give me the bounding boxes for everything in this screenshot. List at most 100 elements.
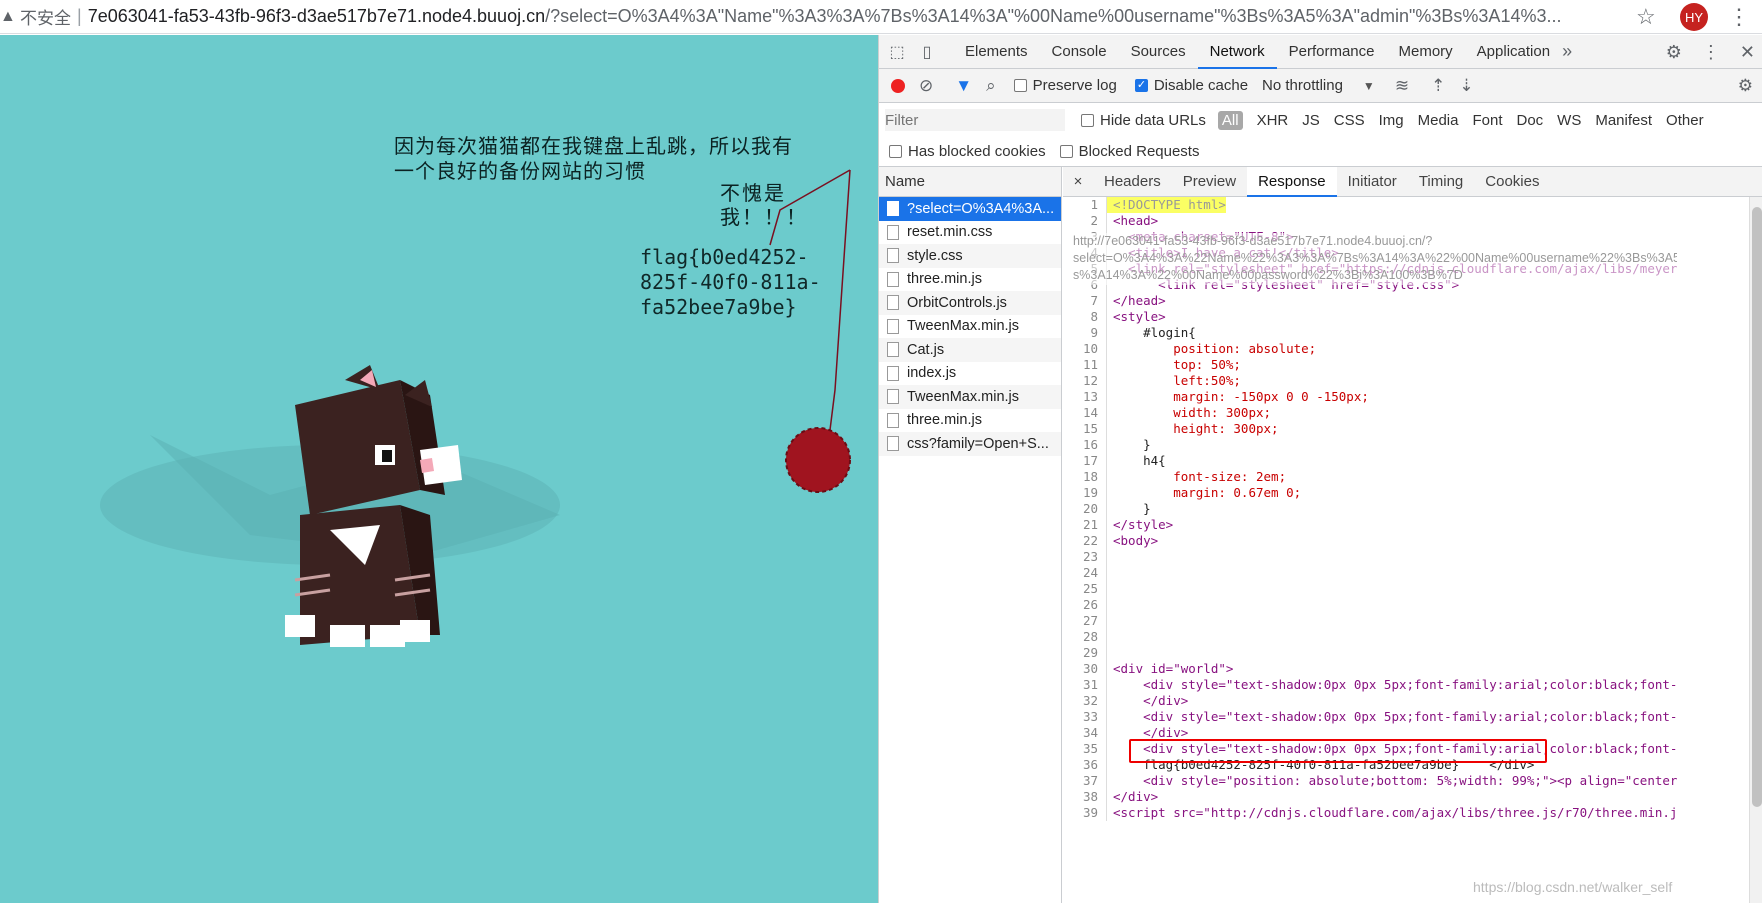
tab-sources[interactable]: Sources [1119,35,1198,69]
type-filter[interactable]: WS [1557,112,1581,129]
settings-gear-icon[interactable]: ⚙ [1666,42,1682,63]
tab-console[interactable]: Console [1040,35,1119,69]
request-name: TweenMax.min.js [907,318,1020,335]
request-row[interactable]: three.min.js [879,409,1061,433]
request-row[interactable]: Cat.js [879,338,1061,362]
line-source: </div> [1113,789,1159,804]
close-icon[interactable]: ✕ [1740,42,1755,63]
request-row[interactable]: index.js [879,362,1061,386]
tab-memory[interactable]: Memory [1387,35,1465,69]
request-row[interactable]: css?family=Open+S... [879,432,1061,456]
preserve-log-label: Preserve log [1032,77,1117,94]
web-page-viewport: 因为每次猫猫都在我键盘上乱跳，所以我有 一个良好的备份网站的习惯 不愧是 我！！… [0,35,878,903]
type-filter[interactable]: CSS [1334,112,1365,129]
chevron-down-icon[interactable]: ▼ [1363,79,1375,93]
request-name: Cat.js [907,341,945,358]
url-tooltip: http://7e063041-fa53-43fb-96f3-d3ae517b7… [1067,233,1677,285]
code-line: 9 #login{ [1063,325,1762,341]
tab-response[interactable]: Response [1247,166,1337,197]
type-filter[interactable]: JS [1302,112,1320,129]
network-settings-gear-icon[interactable]: ⚙ [1738,76,1753,96]
tooltip-line: http://7e063041-fa53-43fb-96f3-d3ae517b7… [1073,234,1433,248]
type-filter[interactable]: Img [1379,112,1404,129]
search-icon[interactable]: ⌕ [986,76,996,96]
type-filter[interactable]: Other [1666,112,1704,129]
warning-icon[interactable]: ▲ [0,8,14,26]
line-number: 36 [1063,757,1107,773]
kebab-menu-icon[interactable]: ⋮ [1702,42,1720,63]
url-text[interactable]: 7e063041-fa53-43fb-96f3-d3ae517b7e71.nod… [88,6,1598,27]
line-source: margin: 0.67em 0; [1113,485,1302,500]
document-icon [887,412,899,428]
address-bar[interactable]: ▲ 不安全 | 7e063041-fa53-43fb-96f3-d3ae517b… [0,0,1762,34]
name-column-header[interactable]: Name [879,167,1061,197]
tab-performance[interactable]: Performance [1277,35,1387,69]
request-row[interactable]: TweenMax.min.js [879,385,1061,409]
clear-icon[interactable]: ⊘ [919,76,933,96]
vertical-scrollbar[interactable] [1749,197,1762,903]
disable-cache-checkbox[interactable]: Disable cache [1134,77,1249,94]
tab-elements[interactable]: Elements [953,35,1040,69]
type-filter[interactable]: Font [1472,112,1502,129]
more-tabs-icon[interactable]: » [1562,41,1572,62]
request-row[interactable]: reset.min.css [879,221,1061,245]
page: ▲ 不安全 | 7e063041-fa53-43fb-96f3-d3ae517b… [0,0,1762,903]
type-filter[interactable]: Manifest [1595,112,1652,129]
request-row[interactable]: OrbitControls.js [879,291,1061,315]
line-number: 2 [1063,213,1107,229]
checkbox-box[interactable] [889,145,902,158]
tab-cookies[interactable]: Cookies [1474,167,1550,197]
import-har-icon[interactable]: ⇡ [1431,76,1445,96]
line-number: 10 [1063,341,1107,357]
code-line: 25 [1063,581,1762,597]
disable-cache-label: Disable cache [1153,77,1249,94]
inspect-element-icon[interactable]: ⬚ [885,42,909,62]
bookmark-star-icon[interactable]: ☆ [1636,4,1656,30]
detail-tabs: × Headers Preview Response Initiator Tim… [1063,166,1762,197]
tab-headers[interactable]: Headers [1093,167,1172,197]
response-source-view[interactable]: 1<!DOCTYPE html>2<head>3 <meta charset="… [1063,197,1762,903]
filter-icon[interactable]: ▼ [955,76,972,96]
browser-menu-icon[interactable]: ⋮ [1728,4,1750,30]
tab-application[interactable]: Application [1465,35,1562,69]
tab-timing[interactable]: Timing [1408,167,1474,197]
checkbox-box[interactable] [1059,145,1073,158]
insecure-label[interactable]: 不安全 [20,4,71,29]
profile-avatar[interactable]: HY [1680,3,1708,31]
line-source: h4{ [1113,453,1166,468]
request-rows: ?select=O%3A4%3A... reset.min.css style.… [879,197,1061,456]
hide-data-urls-checkbox[interactable]: Hide data URLs [1081,112,1206,129]
checkbox-box[interactable] [1081,113,1094,127]
preserve-log-checkbox[interactable]: Preserve log [1013,77,1117,94]
request-row[interactable]: TweenMax.min.js [879,315,1061,339]
export-har-icon[interactable]: ⇣ [1459,76,1473,96]
code-line: 12 left:50%; [1063,373,1762,389]
line-number: 23 [1063,549,1107,565]
line-source: <script src="http://cdnjs.cloudflare.com… [1113,805,1678,820]
has-blocked-cookies-checkbox[interactable]: Has blocked cookies [889,143,1046,160]
blocked-requests-checkbox[interactable]: Blocked Requests [1059,143,1199,160]
wifi-conditions-icon[interactable]: ≋ [1395,76,1409,96]
request-row[interactable]: three.min.js [879,268,1061,292]
type-filter[interactable]: Media [1418,112,1459,129]
flag-line: flag{b0ed4252- [640,245,809,269]
resource-type-filters: All XHR JS CSS Img Media Font Doc WS Man… [1217,110,1704,130]
throttling-select[interactable]: No throttling [1262,77,1343,94]
type-filter-all[interactable]: All [1217,110,1243,130]
record-icon[interactable] [891,78,905,93]
checkbox-box[interactable] [1134,78,1148,92]
close-detail-icon[interactable]: × [1063,173,1093,190]
tab-preview[interactable]: Preview [1172,167,1247,197]
filter-input[interactable] [885,109,1065,131]
checkbox-box[interactable] [1013,79,1027,92]
code-line: 18 font-size: 2em; [1063,469,1762,485]
tab-initiator[interactable]: Initiator [1337,167,1408,197]
tab-network[interactable]: Network [1197,35,1277,69]
type-filter[interactable]: XHR [1257,112,1289,129]
request-row[interactable]: ?select=O%3A4%3A... [879,197,1061,221]
scrollbar-thumb[interactable] [1752,207,1762,807]
type-filter[interactable]: Doc [1516,112,1543,129]
code-line: 33 <div style="text-shadow:0px 0px 5px;f… [1063,709,1762,725]
device-toolbar-icon[interactable]: ▯ [915,42,939,62]
request-row[interactable]: style.css [879,244,1061,268]
